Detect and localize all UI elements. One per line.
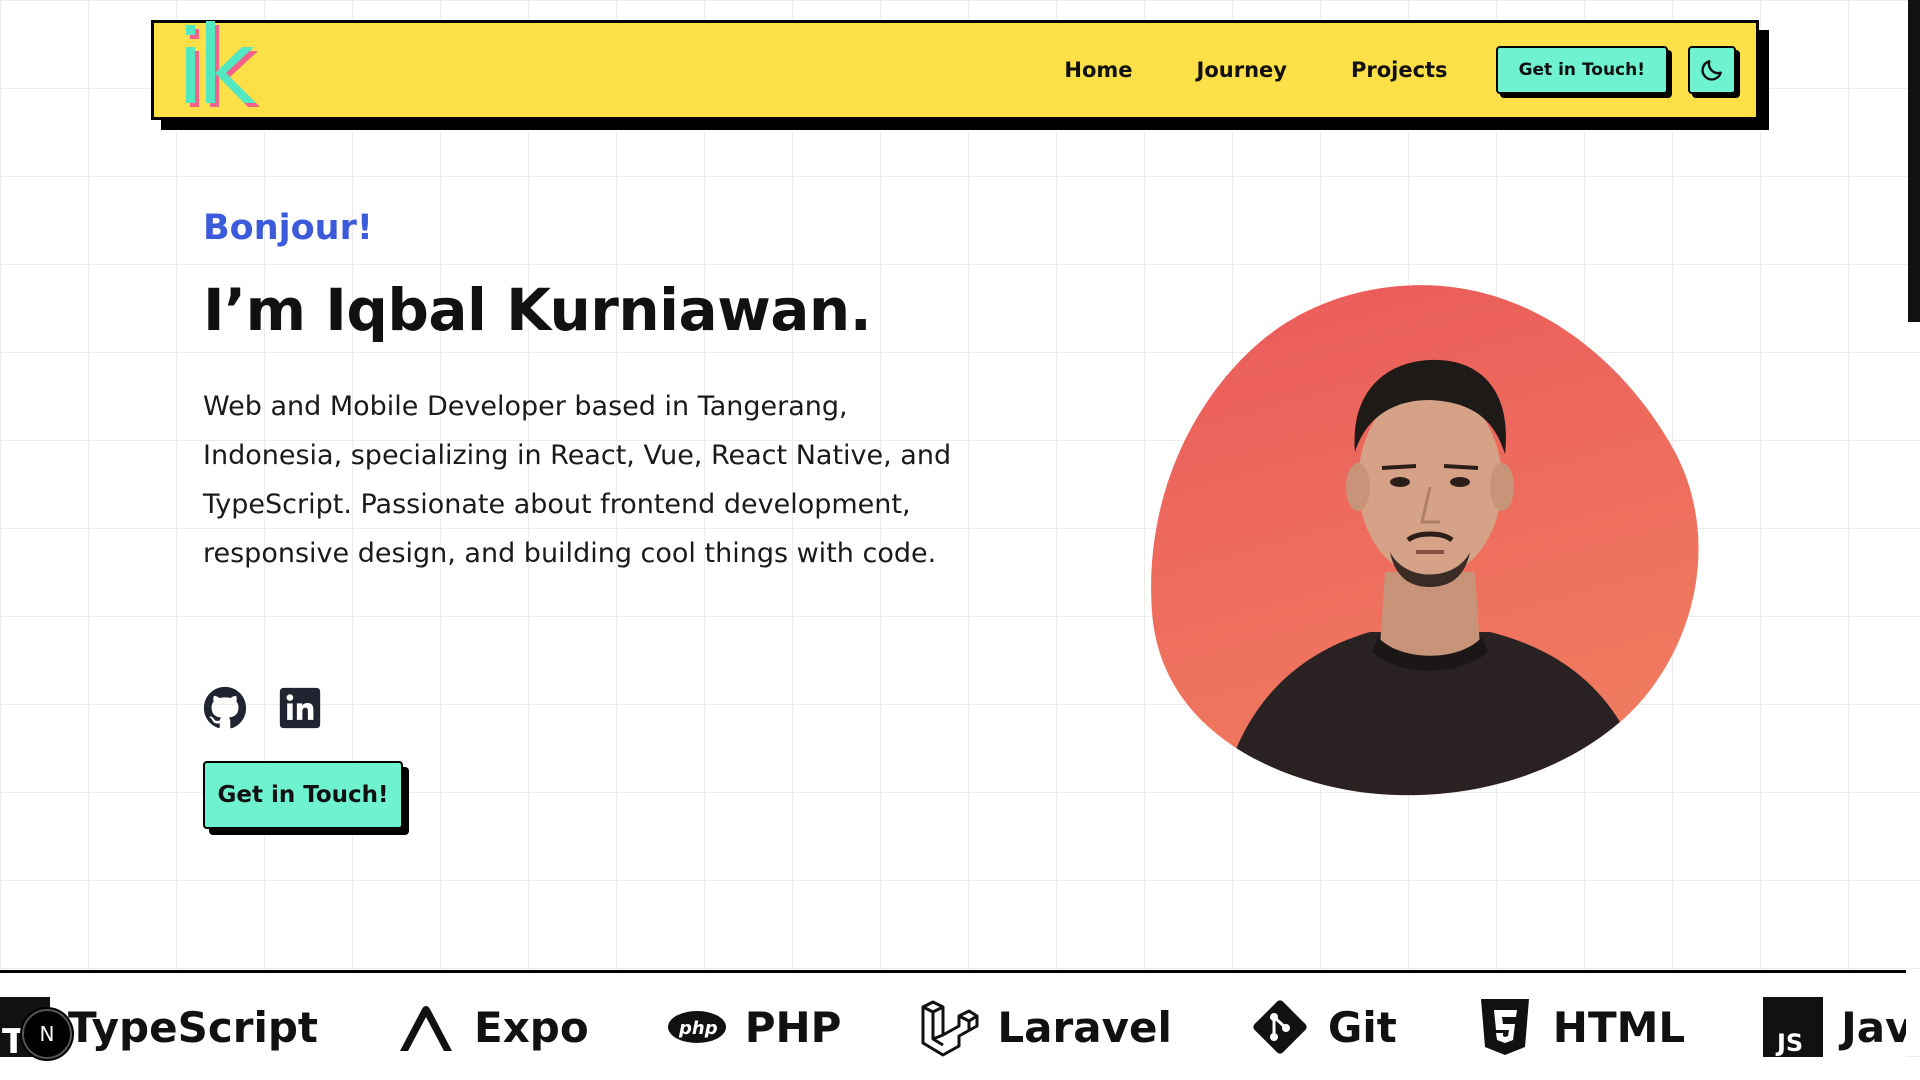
tech-label: PHP [744,1002,842,1052]
social-links [203,686,353,730]
tech-label: HTML [1552,1002,1686,1052]
hero-title: I’m Iqbal Kurniawan. [203,276,872,344]
git-icon [1253,1000,1307,1054]
tech-stack-track: T TypeScript Expo php PHP Laravel Git HT… [0,973,1906,1080]
tech-label: Laravel [997,1002,1172,1052]
hero-description: Web and Mobile Developer based in Tanger… [203,391,952,569]
nav-get-in-touch-button[interactable]: Get in Touch! [1495,46,1668,94]
tech-label: Java [1841,1002,1906,1052]
github-link[interactable] [203,686,247,730]
site-logo[interactable] [182,11,282,111]
tech-label: Git [1327,1002,1397,1052]
tech-label: TypeScript [68,1002,318,1052]
page-scrollbar-thumb[interactable] [1908,0,1920,322]
php-icon: php [667,1011,726,1043]
tech-item-java: JS Java [1763,997,1906,1057]
nav-journey[interactable]: Journey [1197,58,1287,82]
svg-text:php: php [678,1018,718,1039]
svg-text:JS: JS [1775,1029,1803,1057]
hero-get-in-touch-button[interactable]: Get in Touch! [203,761,403,829]
hero-greeting: Bonjour! [203,208,373,248]
tech-item-php: php PHP [667,997,842,1057]
tech-item-laravel: Laravel [919,997,1172,1057]
tech-item-git: Git [1250,997,1397,1057]
github-icon [203,686,247,729]
javascript-icon: JS [1763,997,1824,1057]
nav-home[interactable]: Home [1064,58,1132,82]
nav-links: Home Journey Projects Get in Touch! [1064,23,1736,117]
dev-tools-badge[interactable]: N [22,1009,72,1059]
tech-label: Expo [474,1002,589,1052]
laravel-icon [921,1000,979,1057]
linkedin-icon [279,687,321,729]
theme-toggle-button[interactable] [1688,46,1736,94]
moon-icon [1701,60,1722,81]
profile-portrait [1150,282,1710,802]
html5-icon [1480,999,1529,1055]
linkedin-link[interactable] [278,686,322,730]
navbar: Home Journey Projects Get in Touch! [151,20,1759,120]
tech-item-html: HTML [1475,997,1685,1057]
expo-icon [400,1006,452,1051]
tech-stack-marquee: T TypeScript Expo php PHP Laravel Git HT… [0,970,1906,1080]
tech-item-expo: Expo [396,997,589,1057]
nav-projects[interactable]: Projects [1351,58,1448,82]
